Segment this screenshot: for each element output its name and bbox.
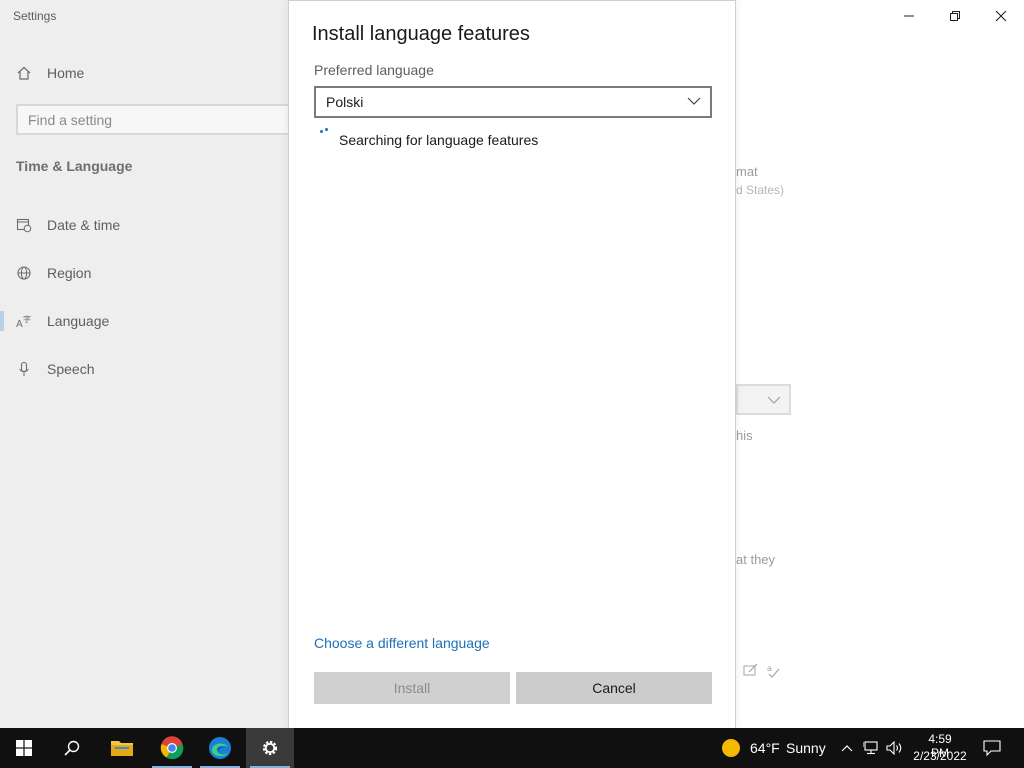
loading-spinner-icon: [320, 128, 332, 138]
taskbar: 64°F Sunny 4:59 PM 2/23/2022: [0, 728, 1024, 768]
nav-home-label: Home: [47, 65, 85, 81]
windows-logo-icon: [16, 740, 32, 756]
search-placeholder: Find a setting: [28, 112, 113, 128]
minimize-icon: [904, 15, 914, 17]
chrome-icon: [160, 736, 184, 760]
nav-region[interactable]: Region: [16, 263, 91, 283]
nav-language-label: Language: [47, 313, 110, 329]
nav-home[interactable]: Home: [16, 63, 84, 83]
settings-taskbar-button[interactable]: [246, 728, 294, 768]
restore-button[interactable]: [932, 4, 978, 28]
dialog-title: Install language features: [312, 23, 530, 45]
bg-dropdown[interactable]: [736, 384, 791, 415]
nav-date-time[interactable]: Date & time: [16, 215, 120, 235]
chevron-down-icon: [687, 97, 701, 105]
notification-icon[interactable]: [983, 740, 1001, 756]
bg-text-format: mat: [736, 164, 758, 179]
chevron-down-icon: [767, 396, 781, 404]
bg-text-this: his: [736, 428, 753, 443]
spellcheck-icon: a: [767, 664, 780, 678]
file-explorer-button[interactable]: [98, 728, 146, 768]
cancel-button[interactable]: Cancel: [516, 672, 712, 704]
nav-language[interactable]: A字 Language: [16, 311, 109, 331]
preferred-language-label: Preferred language: [314, 62, 434, 78]
search-button[interactable]: [48, 728, 96, 768]
restore-icon: [950, 11, 960, 21]
network-icon[interactable]: [863, 741, 879, 755]
clock-date[interactable]: 2/23/2022: [910, 749, 970, 763]
sun-icon: [722, 739, 740, 757]
language-icon: A字: [16, 313, 32, 329]
choose-different-language-link[interactable]: Choose a different language: [314, 635, 490, 651]
calendar-clock-icon: [16, 217, 32, 233]
close-button[interactable]: [978, 4, 1024, 28]
bg-text-they: at they: [736, 552, 776, 567]
edit-icon: [743, 663, 758, 676]
install-language-dialog: Install language features Preferred lang…: [288, 0, 736, 728]
section-title: Time & Language: [16, 158, 133, 174]
search-icon: [64, 740, 80, 756]
find-setting-input[interactable]: Find a setting: [16, 104, 306, 135]
home-icon: [16, 65, 32, 81]
minimize-button[interactable]: [886, 4, 932, 28]
weather-condition: Sunny: [786, 740, 826, 756]
svg-text:字: 字: [23, 314, 31, 324]
volume-icon[interactable]: [886, 741, 904, 755]
nav-speech-label: Speech: [47, 361, 95, 377]
weather-widget[interactable]: 64°F Sunny: [718, 728, 828, 768]
start-button[interactable]: [0, 728, 48, 768]
nav-date-time-label: Date & time: [47, 217, 121, 233]
nav-speech[interactable]: Speech: [16, 359, 94, 379]
globe-icon: [16, 265, 32, 281]
chevron-up-icon[interactable]: [841, 744, 853, 752]
bg-text-region: d States): [736, 183, 785, 197]
install-button[interactable]: Install: [314, 672, 510, 704]
svg-text:a: a: [767, 664, 772, 673]
edge-icon: [209, 737, 231, 759]
close-icon: [995, 10, 1007, 22]
microphone-icon: [16, 361, 32, 377]
nav-region-label: Region: [47, 265, 92, 281]
window-title: Settings: [13, 9, 57, 23]
folder-icon: [111, 741, 133, 756]
selected-language: Polski: [326, 94, 364, 110]
chrome-button[interactable]: [148, 728, 196, 768]
gear-icon: [262, 740, 278, 756]
status-text: Searching for language features: [339, 132, 539, 148]
edge-button[interactable]: [196, 728, 244, 768]
preferred-language-select[interactable]: Polski: [314, 86, 712, 118]
selected-indicator: [0, 311, 4, 331]
svg-text:A: A: [16, 319, 23, 329]
settings-sidebar: Settings Home Find a setting Time & Lang…: [0, 0, 306, 728]
weather-temp: 64°F: [750, 740, 780, 756]
